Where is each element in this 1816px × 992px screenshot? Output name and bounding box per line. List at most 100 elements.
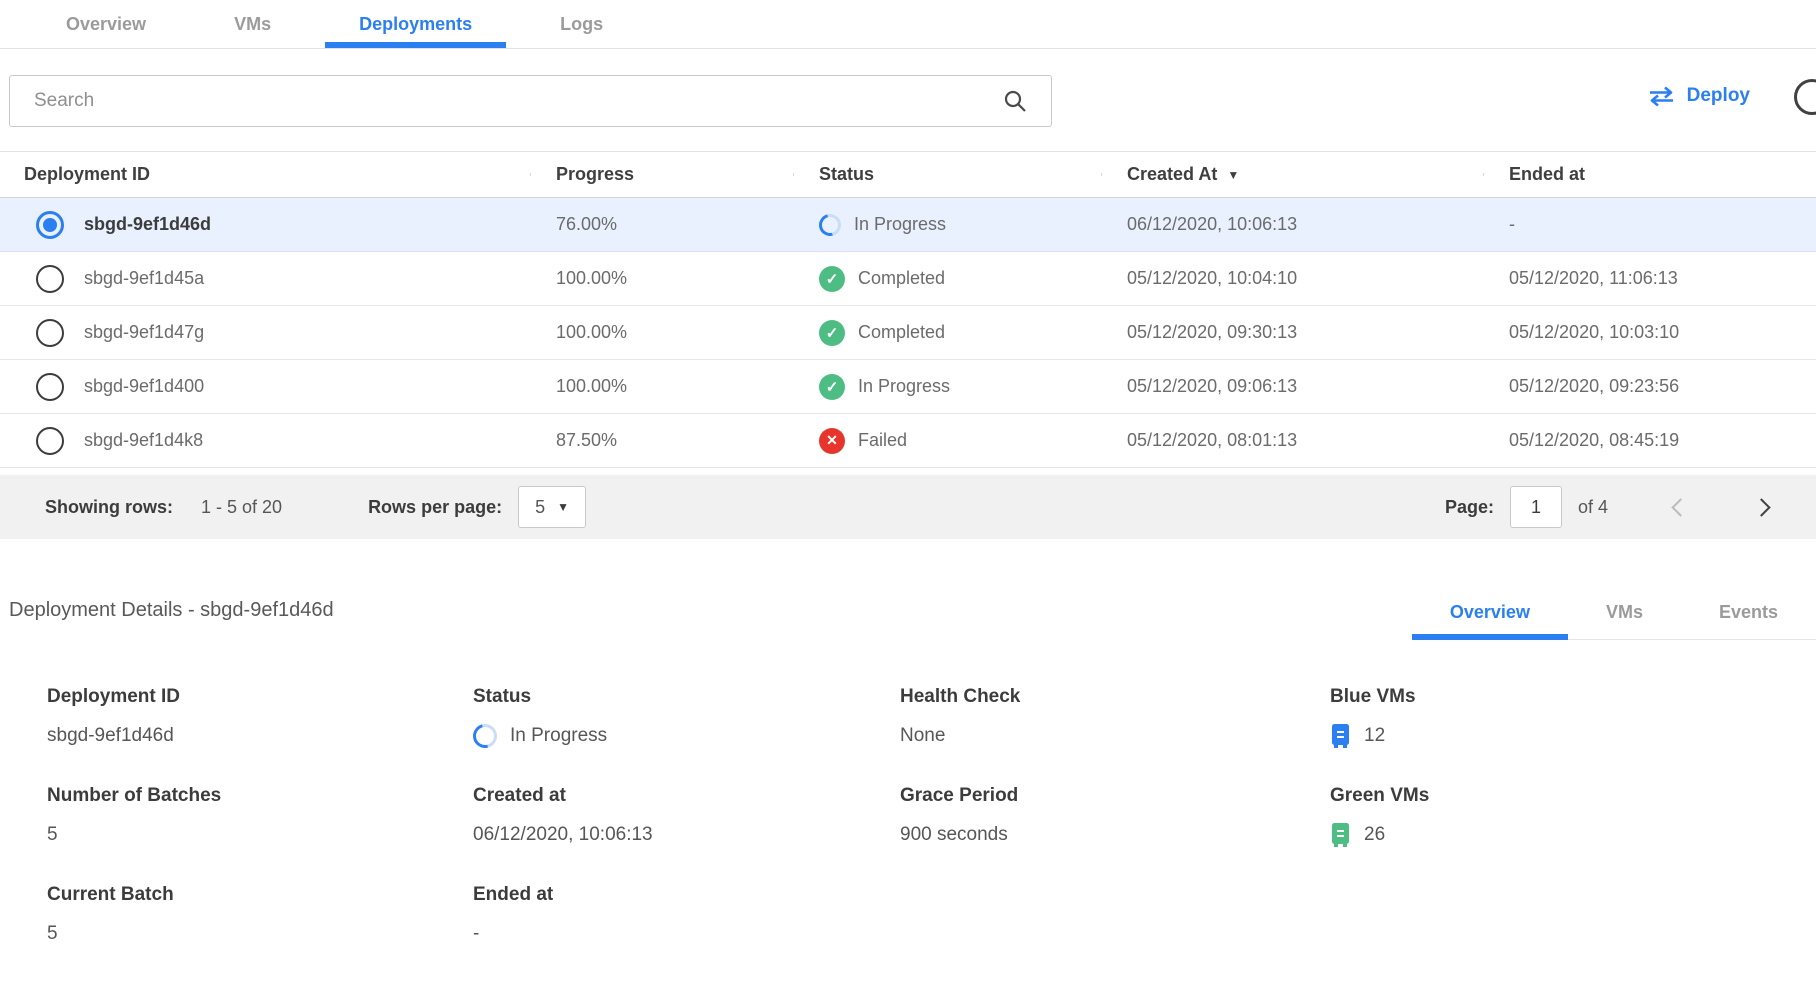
ended-at-value: 05/12/2020, 08:45:19 <box>1483 430 1816 451</box>
details-header: Deployment Details - sbgd-9ef1d46d Overv… <box>0 599 1816 640</box>
field-value: In Progress <box>510 725 607 747</box>
field-value: 26 <box>1364 824 1385 846</box>
field-value: 900 seconds <box>900 822 1330 848</box>
deployment-id: sbgd-9ef1d45a <box>84 268 204 289</box>
rows-per-page-label: Rows per page: <box>368 497 502 518</box>
previous-page-chevron-icon[interactable] <box>1671 498 1689 516</box>
column-header-ended-at[interactable]: Ended at <box>1483 164 1816 185</box>
status-label: In Progress <box>858 376 950 397</box>
column-header-deployment-id[interactable]: Deployment ID <box>0 164 530 185</box>
search-input[interactable] <box>10 90 1003 112</box>
tab-deployments[interactable]: Deployments <box>315 0 516 48</box>
pager: Page: of 4 <box>1445 486 1790 528</box>
field-value: 12 <box>1364 725 1385 747</box>
status-label: In Progress <box>854 214 946 235</box>
field-value: - <box>473 921 900 947</box>
table-row[interactable]: sbgd-9ef1d45a 100.00% ✓ Completed 05/12/… <box>0 252 1816 306</box>
green-vm-icon <box>1330 822 1351 848</box>
completed-check-icon: ✓ <box>819 320 845 346</box>
toolbar: Deploy <box>0 49 1816 151</box>
column-header-status[interactable]: Status <box>793 164 1101 185</box>
field-blue-vms: Blue VMs 12 <box>1330 686 1816 749</box>
completed-check-icon: ✓ <box>819 374 845 400</box>
details-tab-bar: Overview VMs Events <box>1412 602 1816 640</box>
field-label: Number of Batches <box>47 785 473 807</box>
ended-at-value: - <box>1483 214 1816 235</box>
row-radio[interactable] <box>36 373 64 401</box>
tab-logs[interactable]: Logs <box>516 0 647 48</box>
showing-rows-value: 1 - 5 of 20 <box>201 497 282 518</box>
field-label: Status <box>473 686 900 708</box>
field-label: Created at <box>473 785 900 807</box>
field-green-vms: Green VMs 26 <box>1330 785 1816 848</box>
sort-desc-icon: ▼ <box>1227 168 1239 182</box>
progress-value: 100.00% <box>530 268 793 289</box>
showing-rows-label: Showing rows: <box>45 497 173 518</box>
field-value: 06/12/2020, 10:06:13 <box>473 822 900 848</box>
field-label: Grace Period <box>900 785 1330 807</box>
table-pagination: Showing rows: 1 - 5 of 20 Rows per page:… <box>0 475 1816 539</box>
field-label: Health Check <box>900 686 1330 708</box>
created-at-value: 06/12/2020, 10:06:13 <box>1101 214 1483 235</box>
progress-value: 87.50% <box>530 430 793 451</box>
field-value: 5 <box>47 921 473 947</box>
swap-arrows-icon <box>1648 86 1675 107</box>
progress-value: 100.00% <box>530 376 793 397</box>
column-header-progress[interactable]: Progress <box>530 164 793 185</box>
deployment-id: sbgd-9ef1d46d <box>84 214 211 235</box>
next-page-chevron-icon[interactable] <box>1752 498 1770 516</box>
search-box <box>9 75 1052 127</box>
page-number-input[interactable] <box>1510 486 1562 528</box>
row-radio[interactable] <box>36 427 64 455</box>
status-label: Failed <box>858 430 907 451</box>
field-current-batch: Current Batch 5 <box>47 884 473 947</box>
details-tab-events[interactable]: Events <box>1681 602 1816 639</box>
field-status: Status In Progress <box>473 686 900 749</box>
ended-at-value: 05/12/2020, 10:03:10 <box>1483 322 1816 343</box>
row-radio[interactable] <box>36 319 64 347</box>
tab-vms[interactable]: VMs <box>190 0 315 48</box>
deploy-button[interactable]: Deploy <box>1648 85 1750 107</box>
deploy-button-label: Deploy <box>1687 85 1750 107</box>
field-value: None <box>900 723 1330 749</box>
search-icon[interactable] <box>1003 89 1027 113</box>
field-label: Deployment ID <box>47 686 473 708</box>
details-tab-vms[interactable]: VMs <box>1568 602 1681 639</box>
details-tab-overview[interactable]: Overview <box>1412 602 1568 639</box>
created-at-value: 05/12/2020, 09:30:13 <box>1101 322 1483 343</box>
in-progress-spinner-icon <box>469 720 502 753</box>
table-row[interactable]: sbgd-9ef1d47g 100.00% ✓ Completed 05/12/… <box>0 306 1816 360</box>
refresh-icon[interactable] <box>1794 79 1816 115</box>
table-row[interactable]: sbgd-9ef1d4k8 87.50% ✕ Failed 05/12/2020… <box>0 414 1816 468</box>
field-label: Current Batch <box>47 884 473 906</box>
field-label: Ended at <box>473 884 900 906</box>
completed-check-icon: ✓ <box>819 266 845 292</box>
field-ended-at: Ended at - <box>473 884 900 947</box>
progress-value: 100.00% <box>530 322 793 343</box>
table-header: Deployment ID Progress Status Created At… <box>0 151 1816 198</box>
page-label: Page: <box>1445 497 1494 518</box>
field-label: Green VMs <box>1330 785 1816 807</box>
caret-down-icon: ▼ <box>557 500 569 514</box>
column-header-created-at[interactable]: Created At ▼ <box>1101 164 1483 185</box>
tab-overview[interactable]: Overview <box>22 0 190 48</box>
field-grace-period: Grace Period 900 seconds <box>900 785 1330 848</box>
ended-at-value: 05/12/2020, 09:23:56 <box>1483 376 1816 397</box>
deployment-id: sbgd-9ef1d4k8 <box>84 430 203 451</box>
status-label: Completed <box>858 322 945 343</box>
field-number-of-batches: Number of Batches 5 <box>47 785 473 848</box>
rows-per-page-select[interactable]: 5 ▼ <box>518 486 586 528</box>
column-header-created-at-label: Created At <box>1127 164 1217 185</box>
table-row[interactable]: sbgd-9ef1d400 100.00% ✓ In Progress 05/1… <box>0 360 1816 414</box>
created-at-value: 05/12/2020, 09:06:13 <box>1101 376 1483 397</box>
details-grid: Deployment ID sbgd-9ef1d46d Status In Pr… <box>0 640 1816 983</box>
field-health-check: Health Check None <box>900 686 1330 749</box>
row-radio-checked[interactable] <box>36 211 64 239</box>
row-radio[interactable] <box>36 265 64 293</box>
field-value: sbgd-9ef1d46d <box>47 723 473 749</box>
table-row[interactable]: sbgd-9ef1d46d 76.00% In Progress 06/12/2… <box>0 198 1816 252</box>
rows-per-page-value: 5 <box>535 497 545 518</box>
ended-at-value: 05/12/2020, 11:06:13 <box>1483 268 1816 289</box>
failed-cross-icon: ✕ <box>819 428 845 454</box>
created-at-value: 05/12/2020, 08:01:13 <box>1101 430 1483 451</box>
